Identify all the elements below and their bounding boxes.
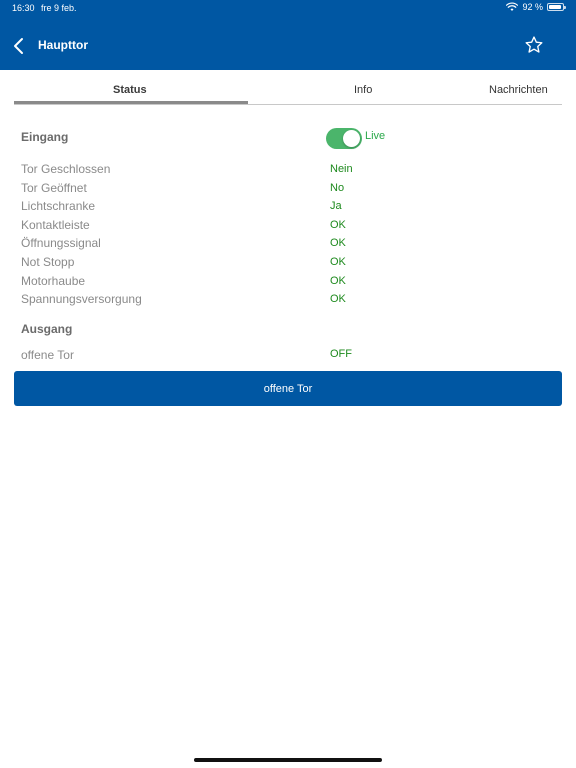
live-label: Live bbox=[365, 130, 386, 142]
app-header: 16:30 fre 9 feb. 92 % Haupttor bbox=[0, 0, 576, 70]
row-label-offene-tor: offene Tor bbox=[21, 348, 74, 362]
row-label-tor-geschlossen: Tor Geschlossen bbox=[21, 162, 111, 176]
row-value-lichtschranke: Ja bbox=[330, 200, 342, 212]
row-value-spannungsversorgung: OK bbox=[330, 293, 346, 305]
live-toggle[interactable] bbox=[326, 128, 362, 149]
open-gate-button[interactable]: offene Tor bbox=[14, 371, 562, 406]
row-label-oeffnungssignal: Öffnungssignal bbox=[21, 236, 101, 250]
status-right: 92 % bbox=[506, 2, 566, 12]
battery-icon bbox=[547, 3, 566, 11]
tab-bar: Status Info Nachrichten bbox=[14, 78, 562, 105]
tab-nachrichten[interactable]: Nachrichten bbox=[489, 84, 548, 96]
row-label-motorhaube: Motorhaube bbox=[21, 274, 86, 288]
home-indicator bbox=[194, 758, 382, 762]
row-value-kontaktleiste: OK bbox=[330, 219, 346, 231]
chevron-left-icon[interactable] bbox=[12, 37, 26, 55]
status-date: fre 9 feb. bbox=[41, 3, 77, 13]
toggle-knob bbox=[343, 130, 360, 147]
row-value-tor-geoeffnet: No bbox=[330, 182, 345, 194]
row-value-oeffnungssignal: OK bbox=[330, 237, 346, 249]
row-label-lichtschranke: Lichtschranke bbox=[21, 199, 96, 213]
wifi-icon bbox=[506, 2, 519, 11]
section-title-ausgang: Ausgang bbox=[21, 322, 73, 336]
status-time: 16:30 bbox=[12, 3, 35, 13]
row-value-not-stopp: OK bbox=[330, 256, 346, 268]
tab-status[interactable]: Status bbox=[113, 84, 147, 96]
row-label-tor-geoeffnet: Tor Geöffnet bbox=[21, 181, 87, 195]
row-label-spannungsversorgung: Spannungsversorgung bbox=[21, 292, 142, 306]
tab-info[interactable]: Info bbox=[354, 84, 372, 96]
row-label-kontaktleiste: Kontaktleiste bbox=[21, 218, 90, 232]
battery-fill bbox=[549, 5, 561, 9]
active-tab-indicator bbox=[14, 101, 248, 104]
section-title-eingang: Eingang bbox=[21, 130, 69, 144]
star-outline-icon[interactable] bbox=[524, 35, 544, 55]
row-label-not-stopp: Not Stopp bbox=[21, 255, 75, 269]
battery-percentage: 92 % bbox=[522, 2, 543, 12]
status-bar: 16:30 fre 9 feb. 92 % bbox=[0, 0, 576, 16]
page-title: Haupttor bbox=[38, 38, 88, 52]
row-value-offene-tor: OFF bbox=[330, 348, 352, 360]
row-value-motorhaube: OK bbox=[330, 275, 346, 287]
row-value-tor-geschlossen: Nein bbox=[330, 163, 353, 175]
